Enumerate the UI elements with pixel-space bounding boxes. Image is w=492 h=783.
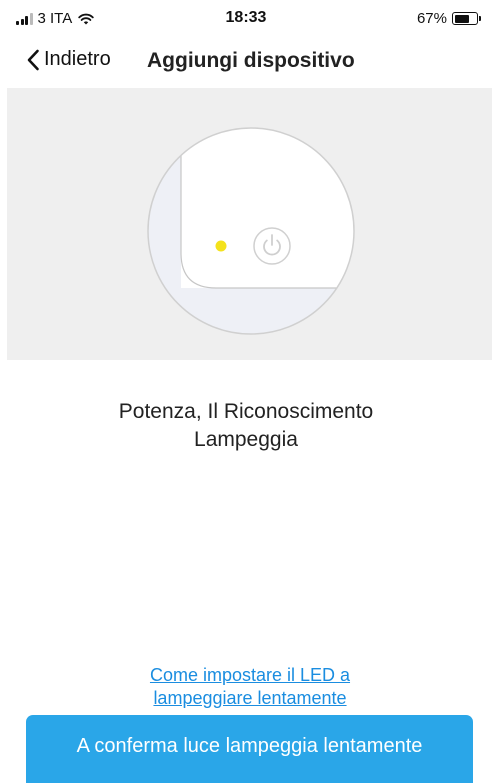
help-link-line-1[interactable]: Come impostare il LED a (0, 664, 492, 687)
power-icon (253, 227, 291, 265)
device-illustration-graphic (147, 127, 355, 335)
page-title: Aggiungi dispositivo (147, 49, 355, 72)
led-help-link[interactable]: Come impostare il LED a lampeggiare lent… (0, 664, 492, 710)
status-right: 67% (416, 10, 481, 27)
instruction-line-1: Potenza, Il Riconoscimento (118, 400, 374, 423)
back-label: Indietro (44, 48, 111, 70)
battery-icon (452, 12, 481, 25)
battery-percent: 67% (416, 10, 447, 27)
help-link-line-2[interactable]: lampeggiare lentamente (0, 687, 492, 710)
back-button[interactable]: Indietro (26, 48, 111, 71)
led-indicator (215, 240, 227, 252)
nav-bar: Indietro Aggiungi dispositivo (0, 36, 492, 88)
battery-fill (454, 14, 469, 23)
device-illustration (7, 88, 492, 360)
instruction-text: Potenza, Il Riconoscimento Lampeggia (0, 398, 492, 454)
confirm-button[interactable]: A conferma luce lampeggia lentamente (26, 715, 473, 783)
chevron-left-icon (27, 49, 39, 70)
status-bar: 3 ITA 18:33 67% (0, 0, 492, 36)
instruction-line-2: Lampeggia (194, 428, 298, 451)
